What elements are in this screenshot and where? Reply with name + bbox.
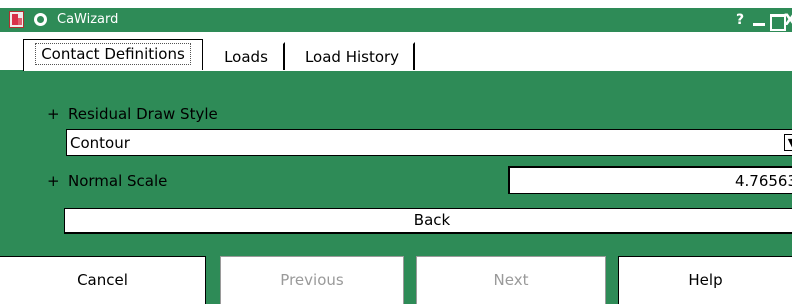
normal-scale-input[interactable]: 4.76563 <box>508 166 792 194</box>
normal-scale-value: 4.76563 <box>734 172 792 190</box>
cawizard-window: CaWizard ? X Contact Definitions Loads L… <box>0 8 792 304</box>
help-button[interactable]: Help <box>618 256 792 304</box>
previous-button[interactable]: Previous <box>220 256 404 304</box>
residual-draw-style-label: Residual Draw Style <box>68 105 218 123</box>
app-icon <box>9 11 24 28</box>
tab-loads[interactable]: Loads <box>207 42 285 70</box>
window-title: CaWizard <box>57 12 119 27</box>
tab-contact-definitions[interactable]: Contact Definitions <box>23 39 203 71</box>
next-button[interactable]: Next <box>416 256 606 304</box>
residual-draw-style-value: Contour <box>70 134 130 152</box>
residual-draw-style-select[interactable]: Contour ▼ <box>66 129 792 156</box>
close-icon[interactable]: X <box>784 12 792 28</box>
help-icon[interactable]: ? <box>732 12 748 28</box>
contact-definitions-panel: + Residual Draw Style Contour ▼ + Normal… <box>24 70 792 250</box>
title-bar[interactable]: CaWizard ? X <box>0 8 792 32</box>
residual-expand-toggle[interactable]: + <box>47 105 60 123</box>
tab-contact-definitions-label: Contact Definitions <box>35 43 191 65</box>
tab-load-history[interactable]: Load History <box>289 42 415 70</box>
maximize-icon[interactable] <box>768 12 786 31</box>
back-button[interactable]: Back <box>64 208 792 234</box>
tab-bar: Contact Definitions Loads Load History <box>0 32 792 71</box>
dropdown-arrow-icon[interactable]: ▼ <box>784 134 792 151</box>
normal-scale-expand-toggle[interactable]: + <box>47 172 60 190</box>
window-menu-icon[interactable] <box>34 13 47 26</box>
cancel-button[interactable]: Cancel <box>0 256 206 304</box>
normal-scale-label: Normal Scale <box>68 172 168 190</box>
minimize-icon[interactable] <box>751 12 767 28</box>
